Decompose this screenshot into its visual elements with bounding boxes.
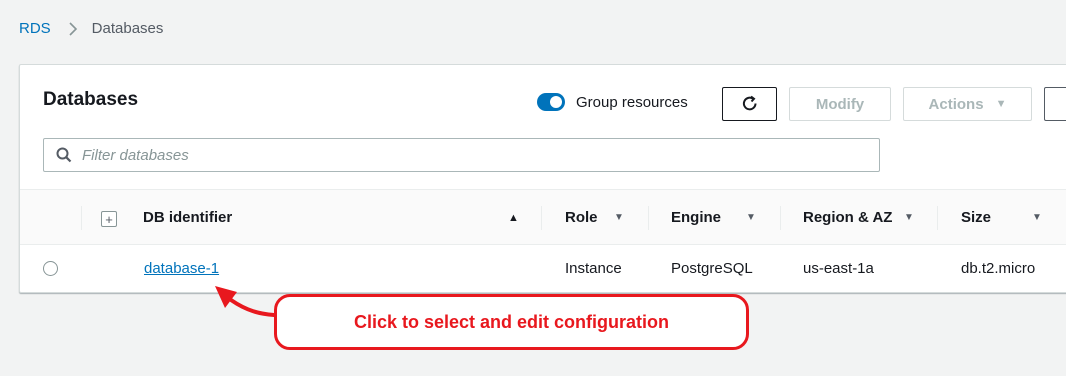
row-select-radio[interactable]: [43, 261, 58, 276]
column-label: Region & AZ: [803, 209, 893, 226]
table-header: + DB identifier ▲ Role ▼ Engine ▼ Region…: [20, 189, 1066, 245]
column-engine[interactable]: Engine ▼: [671, 190, 781, 245]
size-cell: db.t2.micro: [961, 260, 1036, 277]
actions-label: Actions: [928, 95, 984, 113]
actions-button[interactable]: Actions ▼: [903, 87, 1032, 121]
column-role[interactable]: Role ▼: [565, 190, 650, 245]
group-resources-label: Group resources: [576, 93, 688, 111]
table-row[interactable]: database-1 Instance PostgreSQL us-east-1…: [20, 246, 1066, 293]
column-divider: [81, 206, 82, 230]
chevron-right-icon: [69, 21, 77, 36]
breadcrumb: RDS Databases: [19, 20, 163, 37]
breadcrumb-current: Databases: [91, 20, 164, 37]
caret-down-icon: ▼: [995, 98, 1007, 110]
db-identifier-link[interactable]: database-1: [144, 260, 219, 277]
sort-icon[interactable]: ▼: [746, 212, 756, 223]
refresh-button[interactable]: [722, 87, 777, 121]
column-size[interactable]: Size ▼: [961, 190, 1066, 245]
sort-icon[interactable]: ▼: [904, 212, 914, 223]
annotation-arrow-icon: [215, 286, 276, 317]
restore-button[interactable]: [1044, 87, 1066, 121]
sort-ascending-icon[interactable]: ▲: [508, 212, 519, 224]
filter-search-box[interactable]: [43, 138, 880, 172]
role-cell: Instance: [565, 260, 622, 277]
column-divider: [541, 206, 542, 230]
modify-button[interactable]: Modify: [789, 87, 891, 121]
column-divider: [937, 206, 938, 230]
annotation-callout: Click to select and edit configuration: [274, 294, 749, 350]
group-resources-toggle[interactable]: Group resources: [537, 93, 688, 111]
column-label: Size: [961, 209, 992, 226]
filter-databases-input[interactable]: [82, 146, 862, 164]
region-az-cell: us-east-1a: [803, 260, 874, 277]
engine-cell: PostgreSQL: [671, 260, 753, 277]
toggle-switch[interactable]: [537, 93, 565, 111]
annotation-text: Click to select and edit configuration: [353, 311, 670, 332]
column-label: Role: [565, 209, 598, 226]
column-label: Engine: [671, 209, 722, 226]
column-divider: [648, 206, 649, 230]
column-label: DB identifier: [143, 209, 233, 226]
column-db-identifier[interactable]: DB identifier ▲: [143, 190, 523, 245]
expand-all-icon[interactable]: +: [101, 211, 117, 227]
column-region-az[interactable]: Region & AZ ▼: [803, 190, 938, 245]
breadcrumb-rds-link[interactable]: RDS: [19, 20, 51, 37]
databases-panel: Databases Group resources Modify Actions…: [19, 64, 1066, 293]
sort-icon[interactable]: ▼: [1032, 212, 1042, 223]
sort-icon[interactable]: ▼: [614, 212, 624, 223]
search-icon: [56, 147, 72, 163]
column-divider: [780, 206, 781, 230]
refresh-icon: [742, 95, 756, 111]
panel-title: Databases: [43, 89, 139, 110]
